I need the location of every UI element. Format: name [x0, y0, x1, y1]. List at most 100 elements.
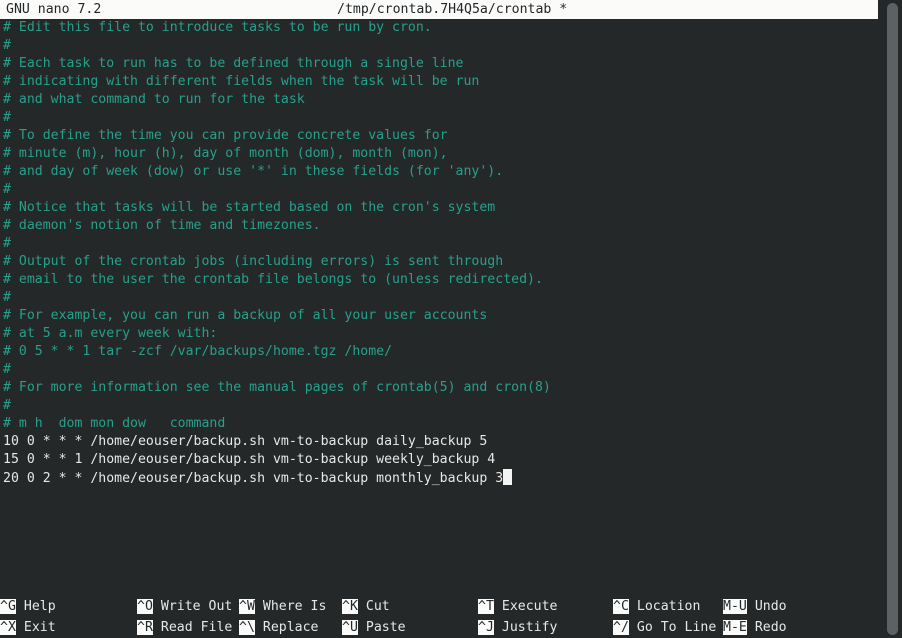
shortcut-label: Exit [23, 620, 56, 635]
editor-line-text: # [3, 290, 11, 305]
editor-line: # For example, you can run a backup of a… [0, 307, 880, 325]
editor-line-text: # 0 5 * * 1 tar -zcf /var/backups/home.t… [3, 344, 393, 359]
shortcut-execute[interactable]: ^T Execute [478, 596, 557, 617]
shortcut-replace[interactable]: ^\ Replace [239, 617, 318, 638]
editor-line: # and day of week (dow) or use '*' in th… [0, 163, 880, 181]
editor-line-text: # [3, 398, 11, 413]
editor-line-text: # [3, 362, 11, 377]
editor-line: # m h dom mon dow command [0, 415, 880, 433]
editor-line: # daemon's notion of time and timezones. [0, 217, 880, 235]
shortcut-label: Location [636, 599, 701, 614]
editor-line: # Output of the crontab jobs (including … [0, 253, 880, 271]
shortcut-label: Go To Line [636, 620, 717, 635]
shortcut-label: Undo [754, 599, 787, 614]
editor-line: # at 5 a.m every week with: [0, 325, 880, 343]
shortcut-label: Redo [754, 620, 787, 635]
editor-line-text: # Notice that tasks will be started base… [3, 200, 496, 215]
editor-line-text: # [3, 236, 11, 251]
editor-line: 15 0 * * 1 /home/eouser/backup.sh vm-to-… [0, 451, 880, 469]
editor-line: # and what command to run for the task [0, 91, 880, 109]
shortcut-redo[interactable]: M-E Redo [723, 617, 787, 638]
editor-line-text: # For more information see the manual pa… [3, 380, 551, 395]
editor-line-text: # Each task to run has to be defined thr… [3, 56, 464, 71]
shortcut-label: Justify [501, 620, 558, 635]
editor-line: # [0, 235, 880, 253]
shortcut-key: ^T [478, 599, 494, 614]
editor-line-text: 20 0 2 * * /home/eouser/backup.sh vm-to-… [3, 471, 504, 486]
shortcut-paste[interactable]: ^U Paste [342, 617, 406, 638]
editor-line-text: # Output of the crontab jobs (including … [3, 254, 504, 269]
editor-line: # indicating with different fields when … [0, 73, 880, 91]
vertical-scrollbar-thumb[interactable] [887, 3, 898, 635]
editor-line-text: # To define the time you can provide con… [3, 128, 448, 143]
shortcut-label: Replace [262, 620, 319, 635]
title-bar: GNU nano 7.2 /tmp/crontab.7H4Q5a/crontab… [0, 0, 878, 19]
editor-line-text: # [3, 110, 11, 125]
text-cursor [503, 469, 512, 485]
editor-line: # email to the user the crontab file bel… [0, 271, 880, 289]
editor-line: # [0, 181, 880, 199]
shortcut-label: Cut [365, 599, 390, 614]
editor-text-area[interactable]: # Edit this file to introduce tasks to b… [0, 19, 880, 589]
editor-line: # [0, 109, 880, 127]
editor-line: # To define the time you can provide con… [0, 127, 880, 145]
shortcut-justify[interactable]: ^J Justify [478, 617, 557, 638]
editor-line: # For more information see the manual pa… [0, 379, 880, 397]
editor-line: # Edit this file to introduce tasks to b… [0, 19, 880, 37]
editor-line-text: 15 0 * * 1 /home/eouser/backup.sh vm-to-… [3, 452, 496, 467]
shortcut-row-2: ^X Exit ^R Read File ^\ Replace ^U Paste ^J Justi… [0, 617, 902, 638]
shortcut-key: ^/ [613, 620, 629, 635]
shortcut-help[interactable]: ^G Help [0, 596, 56, 617]
shortcut-location[interactable]: ^C Location [613, 596, 700, 617]
editor-line: # Each task to run has to be defined thr… [0, 55, 880, 73]
shortcut-key: ^O [137, 599, 153, 614]
shortcut-label: Execute [501, 599, 558, 614]
editor-line-text: # indicating with different fields when … [3, 74, 480, 89]
editor-line: # [0, 361, 880, 379]
editor-line-text: # [3, 182, 11, 197]
shortcut-key: ^C [613, 599, 629, 614]
editor-line: # [0, 37, 880, 55]
editor-line-text: # Edit this file to introduce tasks to b… [3, 20, 432, 35]
shortcut-key: ^G [0, 599, 16, 614]
editor-line-text: 10 0 * * * /home/eouser/backup.sh vm-to-… [3, 434, 488, 449]
shortcut-key: ^K [342, 599, 358, 614]
shortcut-label: Paste [365, 620, 406, 635]
nano-editor-window: GNU nano 7.2 /tmp/crontab.7H4Q5a/crontab… [0, 0, 902, 638]
shortcut-key: ^U [342, 620, 358, 635]
shortcut-help-bar: ^G Help ^O Write Out ^W Where Is ^K Cut ^T Execut… [0, 596, 902, 638]
shortcut-where-is[interactable]: ^W Where Is [239, 596, 326, 617]
shortcut-key: M-U [723, 599, 747, 614]
shortcut-undo[interactable]: M-U Undo [723, 596, 787, 617]
shortcut-write-out[interactable]: ^O Write Out [137, 596, 232, 617]
editor-line-text: # m h dom mon dow command [3, 416, 226, 431]
shortcut-row-1: ^G Help ^O Write Out ^W Where Is ^K Cut ^T Execut… [0, 596, 902, 617]
editor-line-text: # daemon's notion of time and timezones. [3, 218, 321, 233]
editor-line: 20 0 2 * * /home/eouser/backup.sh vm-to-… [0, 469, 880, 487]
editor-line-text: # email to the user the crontab file bel… [3, 272, 543, 287]
editor-line-text: # For example, you can run a backup of a… [3, 308, 488, 323]
editor-line-text: # [3, 38, 11, 53]
shortcut-go-to-line[interactable]: ^/ Go To Line [613, 617, 716, 638]
editor-line: 10 0 * * * /home/eouser/backup.sh vm-to-… [0, 433, 880, 451]
editor-line-text: # and what command to run for the task [3, 92, 305, 107]
editor-line-text: # and day of week (dow) or use '*' in th… [3, 164, 504, 179]
editor-line: # minute (m), hour (h), day of month (do… [0, 145, 880, 163]
shortcut-cut[interactable]: ^K Cut [342, 596, 390, 617]
shortcut-key: ^R [137, 620, 153, 635]
shortcut-read-file[interactable]: ^R Read File [137, 617, 232, 638]
shortcut-key: M-E [723, 620, 747, 635]
editor-line: # 0 5 * * 1 tar -zcf /var/backups/home.t… [0, 343, 880, 361]
vertical-scrollbar-track[interactable] [887, 0, 898, 638]
editor-line: # Notice that tasks will be started base… [0, 199, 880, 217]
editor-line: # [0, 397, 880, 415]
shortcut-exit[interactable]: ^X Exit [0, 617, 56, 638]
shortcut-key: ^W [239, 599, 255, 614]
shortcut-label: Help [23, 599, 56, 614]
filename-label: /tmp/crontab.7H4Q5a/crontab * [337, 2, 568, 17]
shortcut-label: Write Out [160, 599, 233, 614]
nano-version-label: GNU nano 7.2 [6, 2, 102, 17]
shortcut-key: ^\ [239, 620, 255, 635]
shortcut-key: ^X [0, 620, 16, 635]
shortcut-label: Where Is [262, 599, 327, 614]
